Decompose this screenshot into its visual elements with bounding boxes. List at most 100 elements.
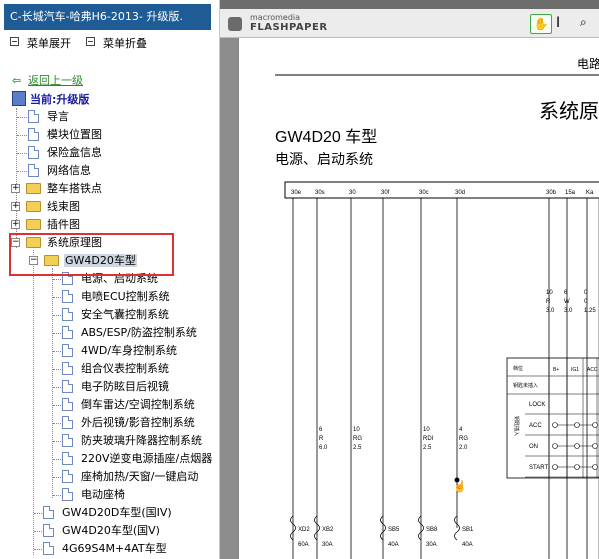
text-select-tool-button[interactable]: I xyxy=(556,15,560,31)
bus-label: 30b xyxy=(546,190,557,196)
wire-code: RG xyxy=(353,436,362,442)
collapse-icon xyxy=(86,37,95,46)
wire-code: 1.25 xyxy=(584,308,596,314)
tree-item[interactable]: 倒车雷达/空调控制系统 xyxy=(62,396,196,413)
hand-tool-button[interactable]: ✋ xyxy=(530,14,552,34)
wire-code: RDI xyxy=(423,436,434,442)
wire-code: 0 xyxy=(584,299,588,305)
document-icon xyxy=(62,434,73,447)
navigation-panel: C-长城汽车-哈弗H6-2013- 升级版. 菜单展开 菜单折叠 ⇦ 返回上一级 … xyxy=(0,0,220,559)
bus-label: 15a xyxy=(565,190,576,196)
wire-code: 6 xyxy=(564,290,568,296)
tree-item[interactable]: 模块位置图 xyxy=(28,126,103,143)
document-icon xyxy=(62,398,73,411)
tree-item[interactable]: 4G69S4M+4AT车型 xyxy=(43,540,168,557)
table-row-label: ACC xyxy=(529,423,542,429)
document-icon xyxy=(43,542,54,555)
fuse-rating: 30A xyxy=(426,542,437,548)
switch-node xyxy=(592,443,598,449)
document-viewer: macromedia FLASHPAPER ✋ I ⌕ 电路 系统原 GW4D20 … xyxy=(220,0,599,559)
wire-code: 2.0 xyxy=(459,445,468,451)
switch-node xyxy=(592,464,598,470)
window-title: C-长城汽车-哈弗H6-2013- 升级版. xyxy=(4,4,211,30)
tree-item[interactable]: 防夹玻璃升降器控制系统 xyxy=(62,432,203,449)
folder-icon xyxy=(26,219,41,230)
bus-label: 30e xyxy=(291,190,302,196)
wire-code: 10 xyxy=(423,427,430,433)
wire-code: RG xyxy=(459,436,468,442)
wire-code: R xyxy=(319,436,324,442)
wire-code: 2.5 xyxy=(423,445,432,451)
expand-toggle[interactable]: + xyxy=(11,220,20,229)
switch-node xyxy=(552,422,558,428)
tree-item[interactable]: 组合仪表控制系统 xyxy=(62,360,170,377)
tree-item[interactable]: 安全气囊控制系统 xyxy=(62,306,170,323)
tree-item[interactable]: ABS/ESP/防盗控制系统 xyxy=(62,324,198,341)
tree-item[interactable]: 座椅加热/天窗/一键启动 xyxy=(62,468,199,485)
book-icon xyxy=(12,91,26,106)
tree-item[interactable]: 电喷ECU控制系统 xyxy=(62,288,171,305)
document-icon xyxy=(62,362,73,375)
table-row-label: LOCK xyxy=(529,402,545,408)
table-col-label: ACC xyxy=(587,367,598,373)
wire-code: 6.0 xyxy=(319,445,328,451)
tree-item[interactable]: 保险盒信息 xyxy=(28,144,103,161)
fuse-name: XD2 xyxy=(298,527,310,533)
brand-small: macromedia xyxy=(250,13,301,22)
switch-node xyxy=(574,464,580,470)
bus-label: 30c xyxy=(419,190,429,196)
expand-toggle[interactable]: + xyxy=(11,184,20,193)
switch-node xyxy=(574,422,580,428)
flashpaper-logo-icon xyxy=(228,17,242,31)
wire-code: W xyxy=(564,299,570,305)
tree-item[interactable]: 外后视镜/影音控制系统 xyxy=(62,414,196,431)
tree-folder[interactable]: 插件图 xyxy=(26,216,81,233)
tree-item[interactable]: GW4D20车型(国V) xyxy=(43,522,161,539)
wire-code: 10 xyxy=(546,290,553,296)
highlight-box xyxy=(9,233,174,276)
brand-name: FLASHPAPER xyxy=(250,22,328,33)
menu-expand-button[interactable]: 菜单展开 xyxy=(10,37,71,51)
fuse-name: SB1 xyxy=(462,527,474,533)
document-icon xyxy=(62,416,73,429)
table-header: 档位 xyxy=(513,365,523,372)
tree-folder[interactable]: 线束图 xyxy=(26,198,81,215)
fuse-name: SB8 xyxy=(426,527,438,533)
document-page[interactable]: 电路 系统原 GW4D20 车型 电源、启动系统 30e 30s 30 30f 30c 30d 30… xyxy=(238,38,599,559)
menu-collapse-button[interactable]: 菜单折叠 xyxy=(86,37,147,51)
tree-line xyxy=(33,250,34,555)
fuse-rating: 60A xyxy=(298,542,309,548)
expand-toggle[interactable]: + xyxy=(11,202,20,211)
wire-code: 0 xyxy=(584,290,588,296)
bus-label: 30s xyxy=(315,190,325,196)
wire-code: 3.0 xyxy=(546,308,555,314)
fuse-rating: 30A xyxy=(322,542,333,548)
bus-label: 30 xyxy=(349,190,356,196)
tree-item[interactable]: 220V逆变电源插座/点烟器 xyxy=(62,450,213,467)
wire-code: 6 xyxy=(319,427,323,433)
folder-icon xyxy=(26,201,41,212)
tree-folder[interactable]: 整车搭铁点 xyxy=(26,180,103,197)
table-col-label: B+ xyxy=(553,367,559,373)
bus-label: 30f xyxy=(381,190,390,196)
tree-item[interactable]: 电子防眩目后视镜 xyxy=(62,378,170,395)
document-icon xyxy=(62,308,73,321)
tree-item[interactable]: GW4D20D车型(国IV) xyxy=(43,504,173,521)
document-icon xyxy=(43,506,54,519)
tree-item[interactable]: 网络信息 xyxy=(28,162,92,179)
tree-item[interactable]: 4WD/车身控制系统 xyxy=(62,342,178,359)
back-link[interactable]: ⇦ 返回上一级 xyxy=(12,72,83,88)
tree-item[interactable]: 电动座椅 xyxy=(62,486,126,503)
header-right-text: 电路 xyxy=(577,56,599,71)
wiring-diagram: 电路系统原 GW4D20 车型电源、启动系统 30e 30s 30 30f 30c 30d 30… xyxy=(275,56,599,559)
tree-line xyxy=(52,268,53,498)
tree-item[interactable]: 导言 xyxy=(28,108,70,125)
table-row-label: START xyxy=(529,465,548,471)
table-col-label: IG1 xyxy=(571,367,579,373)
document-icon xyxy=(62,452,73,465)
switch-node xyxy=(552,443,558,449)
bus-label: 30d xyxy=(455,190,465,196)
table-side-label: 钥匙插入 xyxy=(513,416,520,436)
zoom-tool-button[interactable]: ⌕ xyxy=(580,15,587,30)
document-icon xyxy=(62,488,73,501)
